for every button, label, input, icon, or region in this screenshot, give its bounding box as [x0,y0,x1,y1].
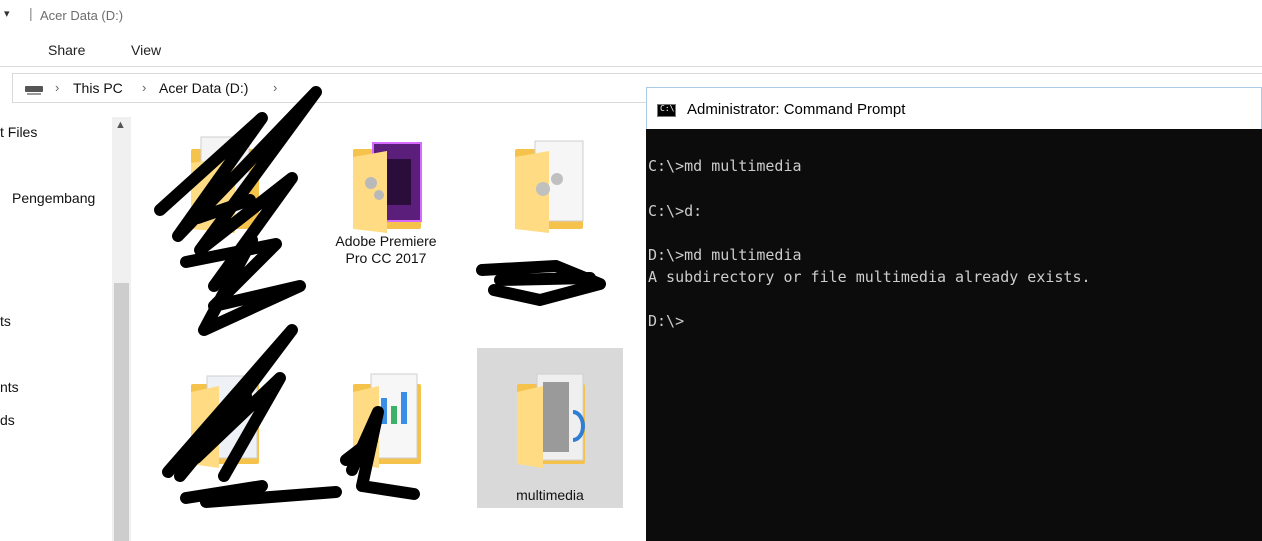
folder-item[interactable] [313,348,459,508]
folder-item-selected[interactable]: multimedia [477,348,623,508]
folder-item[interactable] [151,113,297,273]
multimedia-folder-icon [517,373,585,468]
breadcrumb-this-pc[interactable]: This PC [73,80,123,96]
folder-grid: Adobe Premiere Pro CC 2017 multimedia [133,108,653,541]
folder-icon [515,140,584,233]
tab-view[interactable]: View [131,42,161,58]
folder-item[interactable] [151,348,297,508]
folder-label: Adobe Premiere Pro CC 2017 [335,233,437,266]
console-line: C:\>md multimedia [648,157,802,175]
console-line: D:\> [648,312,685,330]
scroll-up-icon[interactable]: ▲ [115,119,126,131]
tab-share[interactable]: Share [48,42,85,58]
documents-folder-icon [353,373,421,468]
drive-icon [25,86,43,95]
explorer-titlebar: ▾ | Acer Data (D:) [0,0,1262,30]
console-line: A subdirectory or file multimedia alread… [648,268,1091,286]
quick-access-dropdown-icon[interactable]: ▾ [4,7,10,20]
breadcrumb-chevron[interactable]: › [142,80,146,95]
nav-item[interactable]: ds [0,412,15,428]
console-icon: C:\ [657,104,676,117]
console-line: C:\>d: [648,202,703,220]
premiere-folder-icon [353,142,422,233]
scrollbar-thumb[interactable] [114,283,129,541]
breadcrumb-chevron[interactable]: › [55,80,59,95]
nav-item[interactable]: nts [0,379,19,395]
console-line: D:\>md multimedia [648,246,802,264]
cmd-title: Administrator: Command Prompt [687,101,906,118]
folder-item[interactable]: Adobe Premiere Pro CC 2017 [313,113,459,273]
nav-item[interactable]: t Files [0,124,37,140]
navigation-pane: t Files Pengembang ts nts ds [0,108,130,541]
nav-item[interactable]: Pengembang [12,190,95,206]
app-folder-icon [191,375,259,468]
nav-scrollbar[interactable]: ▲ [112,117,131,541]
folder-item[interactable] [475,113,621,273]
nav-item[interactable]: ts [0,313,11,329]
folder-label: multimedia [516,487,584,503]
cmd-titlebar[interactable]: C:\ Administrator: Command Prompt [646,87,1262,129]
breadcrumb-chevron[interactable]: › [273,80,277,95]
ribbon-tabs: Share View [0,34,1262,67]
breadcrumb-drive[interactable]: Acer Data (D:) [159,80,248,96]
window-title: Acer Data (D:) [40,8,124,23]
title-separator: | [29,5,33,21]
console-output[interactable]: C:\>md multimedia C:\>d: D:\>md multimed… [646,129,1262,541]
folder-icon [191,136,259,233]
command-prompt-window[interactable]: C:\ Administrator: Command Prompt C:\>md… [646,87,1262,541]
